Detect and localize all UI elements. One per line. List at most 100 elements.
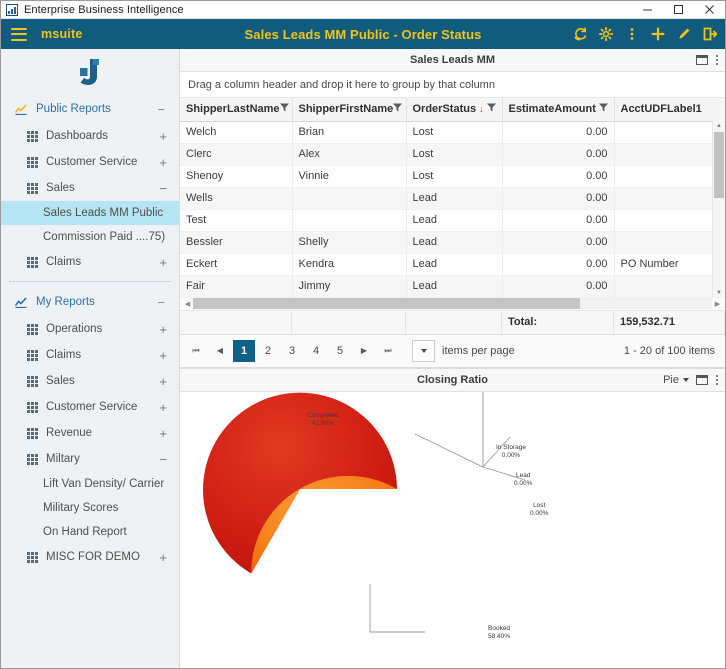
sidebar-item-sales-leads-mm-public[interactable]: Sales Leads MM Public [1, 201, 179, 225]
filter-icon[interactable] [487, 103, 496, 115]
sidebar-item-toggle[interactable]: + [159, 323, 167, 336]
table-row[interactable]: Clerc Alex Lost 0.00 [180, 143, 725, 165]
sidebar-item-toggle[interactable]: + [159, 256, 167, 269]
pager-page-3[interactable]: 3 [281, 340, 303, 362]
sidebar-item-toggle[interactable]: + [159, 401, 167, 414]
grid-icon [27, 131, 38, 142]
sidebar-section-public-reports[interactable]: Public Reports − [1, 95, 179, 123]
refresh-icon[interactable] [572, 27, 587, 42]
filter-icon[interactable] [599, 103, 608, 115]
scroll-left-arrow[interactable]: ◀ [182, 300, 193, 308]
table-row[interactable]: Bessler Shelly Lead 0.00 [180, 231, 725, 253]
sidebar-item-my-claims[interactable]: Claims + [1, 342, 179, 368]
cell-first-name: Alex [292, 143, 406, 165]
sidebar-item-label: Dashboards [46, 130, 159, 142]
sidebar-item-misc-for-demo[interactable]: MISC FOR DEMO + [1, 544, 179, 570]
sidebar-item-toggle[interactable]: − [159, 453, 167, 466]
sidebar-item-my-customer-service[interactable]: Customer Service + [1, 394, 179, 420]
maximize-button[interactable] [663, 1, 694, 19]
scroll-up-arrow[interactable]: ▲ [713, 121, 725, 130]
table-row[interactable]: Test Lead 0.00 [180, 209, 725, 231]
sidebar-item-customer-service[interactable]: Customer Service + [1, 149, 179, 175]
cell-order-status: Lead [406, 253, 502, 275]
table-row[interactable]: Fair Jimmy Lead 0.00 [180, 275, 725, 297]
scroll-thumb[interactable] [193, 298, 580, 309]
sidebar-item-toggle[interactable]: + [159, 156, 167, 169]
more-vertical-icon[interactable] [715, 54, 719, 66]
sidebar-item-lift-van-density-carrier[interactable]: Lift Van Density/ Carrier [1, 472, 179, 496]
sidebar-item-toggle[interactable]: + [159, 375, 167, 388]
pager-first-button[interactable]: ⏮ [185, 340, 207, 362]
column-header-estimateamount[interactable]: EstimateAmount [502, 98, 614, 121]
column-header-shipperlastname[interactable]: ShipperLastName [180, 98, 292, 121]
restore-window-icon[interactable] [696, 55, 708, 65]
pager-page-1[interactable]: 1 [233, 340, 255, 362]
cell-first-name: Jimmy [292, 275, 406, 297]
pager-page-5[interactable]: 5 [329, 340, 351, 362]
pager-next-button[interactable]: ▶ [353, 340, 375, 362]
sidebar-item-miltary[interactable]: Miltary − [1, 446, 179, 472]
column-header-orderstatus[interactable]: OrderStatus ↓ [406, 98, 502, 121]
close-button[interactable] [694, 1, 725, 19]
pager-page-2[interactable]: 2 [257, 340, 279, 362]
chart-type-select[interactable]: Pie [663, 374, 689, 386]
sidebar-item-label: Claims [46, 256, 159, 268]
sidebar-section-my-reports[interactable]: My Reports − [1, 288, 179, 316]
column-header-acctudflabel1[interactable]: AcctUDFLabel1 [614, 98, 725, 121]
grid-vertical-scrollbar[interactable]: ▲ ▼ [712, 121, 725, 298]
scroll-track[interactable] [193, 298, 712, 309]
sidebar-item-toggle[interactable]: − [159, 182, 167, 195]
items-per-page-select[interactable] [412, 340, 435, 362]
sidebar-item-toggle[interactable]: + [159, 427, 167, 440]
sidebar-item-dashboards[interactable]: Dashboards + [1, 123, 179, 149]
pager-prev-button[interactable]: ◀ [209, 340, 231, 362]
table-row[interactable]: Shenoy Vinnie Lost 0.00 [180, 165, 725, 187]
sidebar-item-claims[interactable]: Claims + [1, 249, 179, 275]
table-row[interactable]: Wells Lead 0.00 [180, 187, 725, 209]
sidebar-section-toggle[interactable]: − [157, 296, 167, 309]
pager-last-button[interactable]: ⏭ [377, 340, 399, 362]
column-header-shipperfirstname[interactable]: ShipperFirstName [292, 98, 406, 121]
sidebar-item-commission-paid[interactable]: Commission Paid ....75) [1, 225, 179, 249]
sidebar-item-label: Operations [46, 323, 159, 335]
filter-icon[interactable] [393, 103, 402, 115]
more-vertical-icon[interactable] [715, 374, 719, 386]
sort-descending-icon[interactable]: ↓ [479, 105, 484, 114]
sidebar-item-military-scores[interactable]: Military Scores [1, 496, 179, 520]
pie-label-lead: Lead 0.00% [514, 472, 532, 490]
sidebar-item-toggle[interactable]: + [159, 130, 167, 143]
pager-page-4[interactable]: 4 [305, 340, 327, 362]
more-vertical-icon[interactable] [624, 27, 639, 42]
sidebar-item-toggle[interactable]: + [159, 551, 167, 564]
grid-header-row: ShipperLastName ShipperFirstName [180, 98, 725, 121]
restore-window-icon[interactable] [696, 375, 708, 385]
brand-label: msuite [41, 27, 83, 41]
sidebar-item-revenue[interactable]: Revenue + [1, 420, 179, 446]
sidebar-item-on-hand-report[interactable]: On Hand Report [1, 520, 179, 544]
group-drop-area[interactable]: Drag a column header and drop it here to… [180, 72, 725, 98]
sidebar-section-label: My Reports [36, 296, 157, 308]
grid-body: Welch Brian Lost 0.00 Clerc Alex Lost 0.… [180, 121, 725, 297]
sidebar-item-my-sales[interactable]: Sales + [1, 368, 179, 394]
scroll-thumb[interactable] [714, 132, 724, 198]
grid-icon [27, 454, 38, 465]
scroll-down-arrow[interactable]: ▼ [713, 289, 725, 298]
scroll-right-arrow[interactable]: ▶ [712, 300, 723, 308]
filter-icon[interactable] [280, 103, 289, 115]
table-row[interactable]: Eckert Kendra Lead 0.00 PO Number [180, 253, 725, 275]
sidebar-item-sales[interactable]: Sales − [1, 175, 179, 201]
pie-label-booked: Booked 58.40% [488, 625, 510, 643]
sidebar-section-toggle[interactable]: − [157, 103, 167, 116]
cell-estimate-amount: 0.00 [502, 275, 614, 297]
sidebar-item-operations[interactable]: Operations + [1, 316, 179, 342]
logout-icon[interactable] [702, 27, 717, 42]
sidebar-item-toggle[interactable]: + [159, 349, 167, 362]
gear-icon[interactable] [598, 27, 613, 42]
minimize-button[interactable] [632, 1, 663, 19]
items-per-page-label: items per page [442, 345, 515, 357]
edit-icon[interactable] [676, 27, 691, 42]
hamburger-icon[interactable] [11, 28, 27, 41]
grid-horizontal-scrollbar[interactable]: ◀ ▶ [180, 298, 725, 311]
table-row[interactable]: Welch Brian Lost 0.00 [180, 121, 725, 143]
add-icon[interactable] [650, 27, 665, 42]
